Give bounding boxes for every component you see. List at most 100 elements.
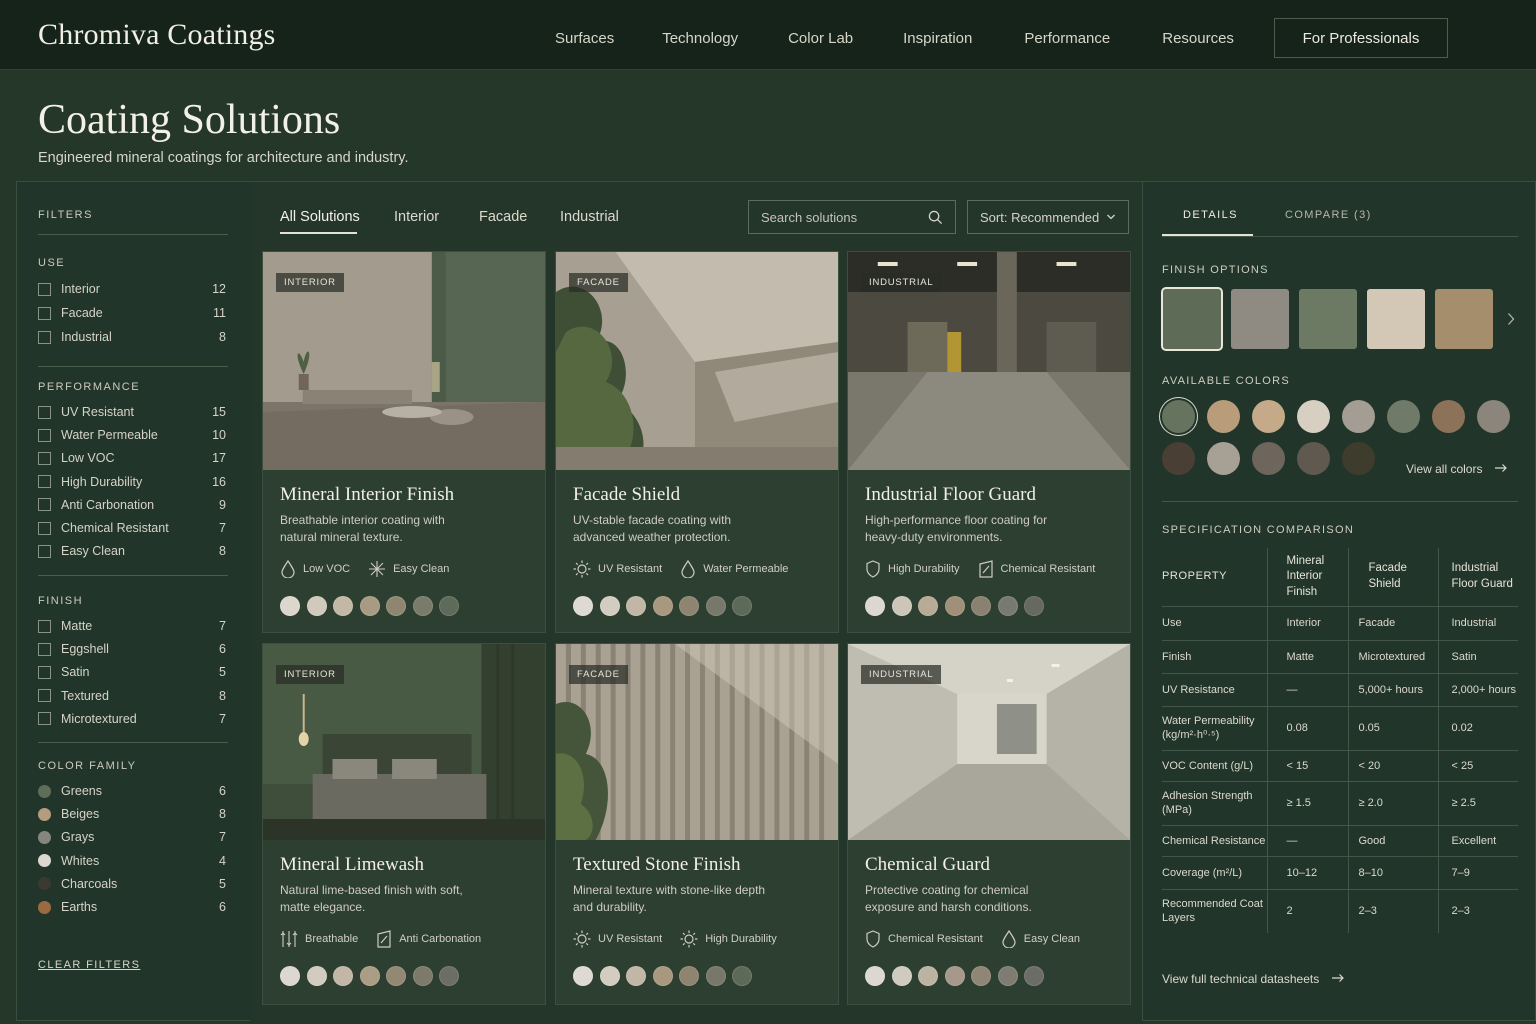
card-title[interactable]: Mineral Limewash xyxy=(280,854,424,876)
color-swatch[interactable] xyxy=(1024,596,1044,616)
finish-option-swatch[interactable] xyxy=(1299,289,1357,349)
color-swatch[interactable] xyxy=(626,966,646,986)
color-swatch[interactable] xyxy=(891,596,912,616)
color-swatch[interactable] xyxy=(359,966,380,986)
filter-option[interactable]: Charcoals 5 xyxy=(38,875,226,893)
nav-link-resources[interactable]: Resources xyxy=(1162,30,1234,47)
view-datasheets-link[interactable]: View full technical datasheets xyxy=(1162,972,1345,986)
filter-option[interactable]: Earths 6 xyxy=(38,898,226,916)
filter-option[interactable]: Microtextured 7 xyxy=(38,710,226,728)
checkbox[interactable] xyxy=(38,665,51,679)
product-card[interactable]: FACADE Facade Shield UV-stable facade co… xyxy=(555,251,839,633)
filter-option[interactable]: Easy Clean 8 xyxy=(38,542,226,560)
color-swatch[interactable] xyxy=(573,966,593,986)
checkbox[interactable] xyxy=(38,498,51,512)
nav-link-technology[interactable]: Technology xyxy=(662,30,738,47)
filter-option[interactable]: Industrial 8 xyxy=(38,328,226,346)
tab-compare[interactable]: COMPARE (3) xyxy=(1285,209,1372,221)
product-card[interactable]: INDUSTRIAL Industrial Floor Guard High-p… xyxy=(847,251,1131,633)
color-swatch[interactable] xyxy=(1207,400,1240,433)
checkbox[interactable] xyxy=(38,330,51,344)
card-title[interactable]: Mineral Interior Finish xyxy=(280,484,454,506)
color-swatch[interactable] xyxy=(439,596,459,616)
sort-dropdown[interactable]: Sort: Recommended xyxy=(967,200,1129,234)
color-swatch[interactable] xyxy=(280,966,300,986)
color-swatch[interactable] xyxy=(705,966,726,986)
filter-option[interactable]: Water Permeable 10 xyxy=(38,426,226,444)
color-swatch[interactable] xyxy=(306,966,327,986)
card-title[interactable]: Facade Shield xyxy=(573,484,680,506)
filter-option[interactable]: Facade 11 xyxy=(38,304,226,322)
color-swatch[interactable] xyxy=(865,596,885,616)
finish-option-swatch[interactable] xyxy=(1161,287,1223,351)
color-swatch[interactable] xyxy=(705,596,726,616)
color-swatch[interactable] xyxy=(652,596,673,616)
color-swatch[interactable] xyxy=(652,966,673,986)
filter-option[interactable]: Greens 6 xyxy=(38,782,226,800)
search-input[interactable]: Search solutions xyxy=(748,200,956,234)
color-swatch[interactable] xyxy=(918,966,938,986)
tab-interior[interactable]: Interior xyxy=(394,209,439,225)
color-swatch[interactable] xyxy=(386,596,406,616)
color-swatch[interactable] xyxy=(333,966,353,986)
nav-link-inspiration[interactable]: Inspiration xyxy=(903,30,972,47)
color-swatch[interactable] xyxy=(997,966,1018,986)
color-swatch[interactable] xyxy=(971,596,991,616)
nav-link-surfaces[interactable]: Surfaces xyxy=(555,30,614,47)
checkbox[interactable] xyxy=(38,405,51,419)
checkbox[interactable] xyxy=(38,306,51,320)
clear-filters-link[interactable]: CLEAR FILTERS xyxy=(38,959,140,971)
nav-link-performance[interactable]: Performance xyxy=(1024,30,1110,47)
filter-option[interactable]: Grays 7 xyxy=(38,828,226,846)
color-swatch[interactable] xyxy=(1024,966,1044,986)
color-swatch[interactable] xyxy=(891,966,912,986)
product-card[interactable]: INTERIOR Mineral Limewash Natural lime-b… xyxy=(262,643,546,1005)
color-swatch[interactable] xyxy=(412,966,433,986)
product-card[interactable]: FACADE Textured Stone Finish Mineral tex… xyxy=(555,643,839,1005)
card-title[interactable]: Industrial Floor Guard xyxy=(865,484,1036,506)
color-swatch[interactable] xyxy=(918,596,938,616)
color-swatch[interactable] xyxy=(626,596,646,616)
color-swatch[interactable] xyxy=(306,596,327,616)
filter-option[interactable]: Interior 12 xyxy=(38,280,226,298)
color-swatch[interactable] xyxy=(732,966,752,986)
brand-logo[interactable]: Chromiva Coatings xyxy=(38,18,276,52)
color-swatch[interactable] xyxy=(944,966,965,986)
checkbox[interactable] xyxy=(38,689,51,703)
color-swatch[interactable] xyxy=(679,966,699,986)
color-swatch[interactable] xyxy=(439,966,459,986)
color-swatch[interactable] xyxy=(1252,400,1285,433)
checkbox[interactable] xyxy=(38,521,51,535)
color-swatch[interactable] xyxy=(865,966,885,986)
checkbox[interactable] xyxy=(38,475,51,489)
color-swatch[interactable] xyxy=(997,596,1018,616)
filter-option[interactable]: Whites 4 xyxy=(38,852,226,870)
color-swatch[interactable] xyxy=(1432,400,1465,433)
card-title[interactable]: Textured Stone Finish xyxy=(573,854,741,876)
tab-details[interactable]: DETAILS xyxy=(1183,209,1238,221)
checkbox[interactable] xyxy=(38,451,51,465)
color-swatch[interactable] xyxy=(732,596,752,616)
checkbox[interactable] xyxy=(38,642,51,656)
checkbox[interactable] xyxy=(38,619,51,633)
view-all-colors-link[interactable]: View all colors xyxy=(1406,462,1508,476)
color-swatch[interactable] xyxy=(1162,400,1195,433)
search-icon[interactable] xyxy=(928,210,943,225)
color-swatch[interactable] xyxy=(1297,400,1330,433)
tab-all-solutions[interactable]: All Solutions xyxy=(280,209,360,225)
product-card[interactable]: INDUSTRIAL Chemical Guard Protective coa… xyxy=(847,643,1131,1005)
filter-option[interactable]: Beiges 8 xyxy=(38,805,226,823)
color-swatch[interactable] xyxy=(1252,442,1285,475)
finish-option-swatch[interactable] xyxy=(1367,289,1425,349)
filter-option[interactable]: UV Resistant 15 xyxy=(38,403,226,421)
checkbox[interactable] xyxy=(38,544,51,558)
for-professionals-button[interactable]: For Professionals xyxy=(1274,18,1448,58)
product-card[interactable]: INTERIOR Mineral Interior Finish Breatha… xyxy=(262,251,546,633)
finish-option-swatch[interactable] xyxy=(1231,289,1289,349)
color-swatch[interactable] xyxy=(333,596,353,616)
color-swatch[interactable] xyxy=(386,966,406,986)
color-swatch[interactable] xyxy=(599,596,620,616)
nav-link-color-lab[interactable]: Color Lab xyxy=(788,30,853,47)
filter-option[interactable]: Anti Carbonation 9 xyxy=(38,496,226,514)
color-swatch[interactable] xyxy=(944,596,965,616)
